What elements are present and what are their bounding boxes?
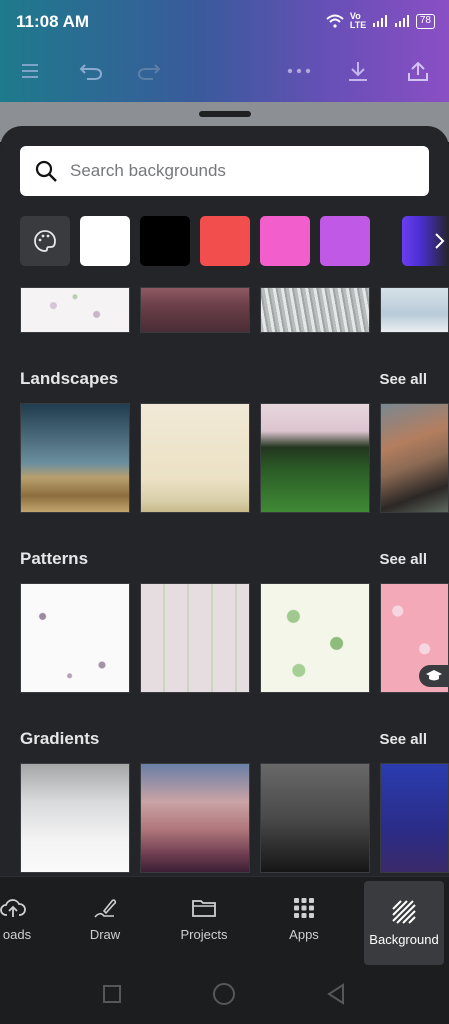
nav-background[interactable]: Background bbox=[364, 881, 444, 965]
swatches-next-button[interactable] bbox=[402, 216, 449, 266]
see-all-gradients[interactable]: See all bbox=[379, 731, 427, 748]
landscape-thumbnail[interactable] bbox=[140, 403, 250, 513]
background-thumbnail[interactable] bbox=[140, 287, 250, 333]
gradient-thumbnail[interactable] bbox=[140, 763, 250, 873]
back-icon[interactable] bbox=[326, 983, 346, 1005]
share-icon[interactable] bbox=[403, 56, 433, 86]
wifi-icon bbox=[326, 14, 344, 28]
section-title-gradients: Gradients bbox=[20, 729, 100, 748]
background-thumbnail[interactable] bbox=[20, 287, 130, 333]
apps-grid-icon bbox=[294, 897, 314, 918]
background-thumbnail[interactable] bbox=[260, 287, 370, 333]
search-input[interactable]: Search backgrounds bbox=[20, 146, 429, 196]
redo-icon[interactable] bbox=[134, 56, 164, 86]
draw-icon bbox=[94, 898, 117, 918]
folder-icon bbox=[192, 899, 216, 917]
see-all-patterns[interactable]: See all bbox=[379, 551, 427, 568]
network-label: Vo LTE bbox=[349, 11, 367, 30]
signal-icon-2 bbox=[394, 15, 409, 27]
signal-icon bbox=[372, 15, 387, 27]
nav-background-label: Background bbox=[369, 931, 439, 947]
download-icon[interactable] bbox=[343, 56, 373, 86]
search-placeholder: Search backgrounds bbox=[70, 161, 226, 180]
landscape-thumbnail[interactable] bbox=[260, 403, 370, 513]
undo-icon[interactable] bbox=[76, 56, 106, 86]
color-swatch-black[interactable] bbox=[140, 216, 190, 266]
search-icon bbox=[35, 160, 57, 182]
bottom-nav: oads Draw Projects Apps Background bbox=[0, 876, 449, 968]
gradient-thumbnail[interactable] bbox=[20, 763, 130, 873]
home-icon[interactable] bbox=[212, 982, 236, 1006]
pattern-thumbnail[interactable] bbox=[140, 583, 250, 693]
chevron-right-icon bbox=[435, 233, 445, 249]
recents-icon[interactable] bbox=[102, 984, 122, 1004]
nav-uploads-label: oads bbox=[2, 926, 32, 942]
battery-icon: 78 bbox=[415, 13, 435, 29]
learn-badge[interactable] bbox=[419, 665, 449, 687]
color-swatch-purple[interactable] bbox=[320, 216, 370, 266]
pattern-thumbnail[interactable] bbox=[20, 583, 130, 693]
nav-draw-label: Draw bbox=[89, 926, 121, 942]
top-bar: 11:08 AM Vo LTE 78 bbox=[0, 0, 449, 102]
gradient-thumbnail[interactable] bbox=[380, 763, 449, 873]
landscape-thumbnail[interactable] bbox=[380, 403, 449, 513]
color-swatch-white[interactable] bbox=[80, 216, 130, 266]
palette-icon bbox=[34, 230, 56, 252]
nav-projects-label: Projects bbox=[180, 926, 228, 942]
landscape-thumbnail[interactable] bbox=[20, 403, 130, 513]
background-hatch-icon bbox=[392, 899, 416, 924]
menu-icon[interactable] bbox=[15, 56, 45, 86]
nav-apps-label: Apps bbox=[289, 926, 319, 942]
gradient-thumbnail[interactable] bbox=[260, 763, 370, 873]
backgrounds-panel: Search backgrounds Landscapes See all Pa… bbox=[0, 126, 449, 876]
section-title-landscapes: Landscapes bbox=[20, 369, 119, 388]
upload-cloud-icon bbox=[0, 898, 26, 917]
graduation-cap-icon bbox=[426, 670, 442, 681]
see-all-landscapes[interactable]: See all bbox=[379, 371, 427, 388]
nav-projects[interactable]: Projects bbox=[172, 877, 236, 961]
nav-apps[interactable]: Apps bbox=[280, 877, 328, 961]
status-icons: Vo LTE 78 bbox=[326, 12, 435, 30]
background-thumbnail[interactable] bbox=[380, 287, 449, 333]
nav-draw[interactable]: Draw bbox=[78, 877, 132, 961]
pattern-thumbnail[interactable] bbox=[260, 583, 370, 693]
nav-uploads[interactable]: oads bbox=[0, 877, 40, 961]
section-title-patterns: Patterns bbox=[20, 549, 89, 568]
system-nav-bar bbox=[0, 968, 449, 1024]
color-swatches bbox=[20, 216, 449, 266]
color-swatch-red[interactable] bbox=[200, 216, 250, 266]
more-icon[interactable] bbox=[284, 56, 314, 86]
drag-handle[interactable] bbox=[199, 111, 251, 117]
color-swatch-pink[interactable] bbox=[260, 216, 310, 266]
status-time: 11:08 AM bbox=[16, 12, 90, 31]
color-palette-button[interactable] bbox=[20, 216, 70, 266]
